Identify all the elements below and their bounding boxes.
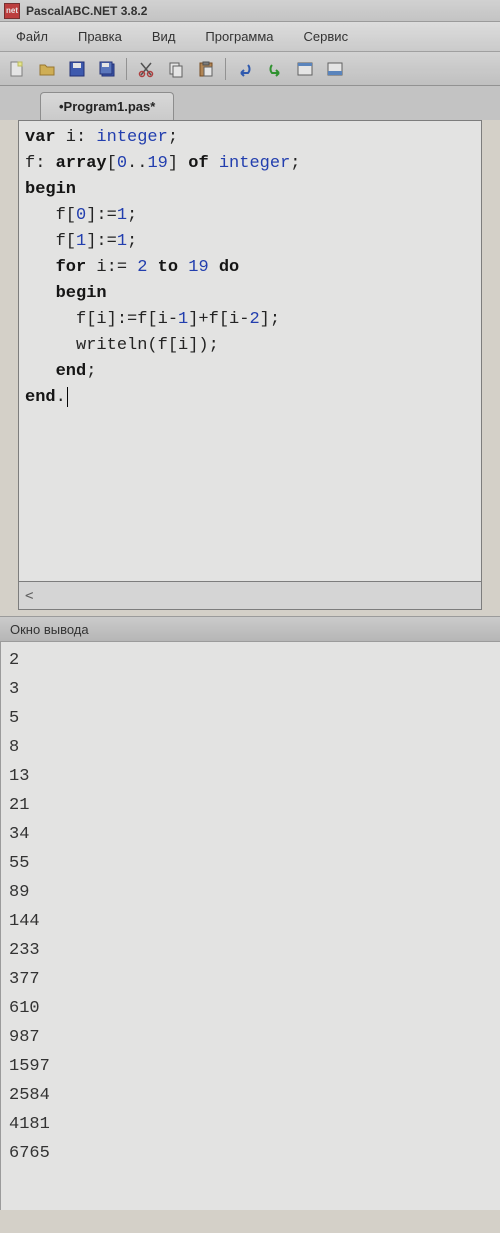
app-icon: net bbox=[4, 3, 20, 19]
new-file-icon bbox=[8, 60, 26, 78]
cut-button[interactable] bbox=[133, 56, 159, 82]
output-line: 8 bbox=[9, 733, 492, 762]
output-line: 233 bbox=[9, 936, 492, 965]
copy-button[interactable] bbox=[163, 56, 189, 82]
menu-service[interactable]: Сервис bbox=[294, 25, 359, 48]
code-line: f[0]:=1; bbox=[25, 203, 475, 229]
output-panel[interactable]: 2358132134558914423337761098715972584418… bbox=[0, 642, 500, 1210]
toolbar-separator bbox=[225, 58, 226, 80]
save-button[interactable] bbox=[64, 56, 90, 82]
output-line: 5 bbox=[9, 704, 492, 733]
tab-program1[interactable]: •Program1.pas* bbox=[40, 92, 174, 120]
output-line: 34 bbox=[9, 820, 492, 849]
panel2-icon bbox=[326, 60, 344, 78]
output-line: 3 bbox=[9, 675, 492, 704]
window-titlebar: net PascalABC.NET 3.8.2 bbox=[0, 0, 500, 22]
open-button[interactable] bbox=[34, 56, 60, 82]
code-editor[interactable]: var i: integer;f: array[0..19] of intege… bbox=[18, 120, 482, 582]
paste-button[interactable] bbox=[193, 56, 219, 82]
output-line: 13 bbox=[9, 762, 492, 791]
output-line: 2 bbox=[9, 646, 492, 675]
code-line: begin bbox=[25, 177, 475, 203]
output-line: 2584 bbox=[9, 1081, 492, 1110]
save-icon bbox=[68, 60, 86, 78]
menu-edit[interactable]: Правка bbox=[68, 25, 132, 48]
redo-icon bbox=[266, 60, 284, 78]
output-line: 144 bbox=[9, 907, 492, 936]
menu-bar: Файл Правка Вид Программа Сервис bbox=[0, 22, 500, 52]
code-line: f[i]:=f[i-1]+f[i-2]; bbox=[25, 307, 475, 333]
panel-button-1[interactable] bbox=[292, 56, 318, 82]
undo-icon bbox=[236, 60, 254, 78]
output-line: 1597 bbox=[9, 1052, 492, 1081]
output-title: Окно вывода bbox=[10, 622, 89, 637]
tab-bar: •Program1.pas* bbox=[0, 86, 500, 120]
text-cursor bbox=[67, 387, 68, 407]
code-line: for i:= 2 to 19 do bbox=[25, 255, 475, 281]
redo-button[interactable] bbox=[262, 56, 288, 82]
copy-icon bbox=[167, 60, 185, 78]
code-line: f: array[0..19] of integer; bbox=[25, 151, 475, 177]
output-line: 89 bbox=[9, 878, 492, 907]
output-line: 987 bbox=[9, 1023, 492, 1052]
output-line: 610 bbox=[9, 994, 492, 1023]
panel-button-2[interactable] bbox=[322, 56, 348, 82]
output-line: 6765 bbox=[9, 1139, 492, 1168]
undo-button[interactable] bbox=[232, 56, 258, 82]
output-panel-header: Окно вывода bbox=[0, 616, 500, 642]
toolbar-separator bbox=[126, 58, 127, 80]
panel-icon bbox=[296, 60, 314, 78]
code-line: writeln(f[i]); bbox=[25, 333, 475, 359]
toolbar bbox=[0, 52, 500, 86]
save-all-icon bbox=[98, 60, 116, 78]
menu-program[interactable]: Программа bbox=[195, 25, 283, 48]
output-line: 55 bbox=[9, 849, 492, 878]
menu-file[interactable]: Файл bbox=[6, 25, 58, 48]
code-line: f[1]:=1; bbox=[25, 229, 475, 255]
horizontal-scroll[interactable]: < bbox=[18, 582, 482, 610]
app-title: PascalABC.NET 3.8.2 bbox=[26, 4, 147, 18]
open-folder-icon bbox=[38, 60, 56, 78]
code-line: var i: integer; bbox=[25, 125, 475, 151]
output-line: 377 bbox=[9, 965, 492, 994]
code-line: end; bbox=[25, 359, 475, 385]
cut-icon bbox=[137, 60, 155, 78]
save-all-button[interactable] bbox=[94, 56, 120, 82]
paste-icon bbox=[197, 60, 215, 78]
scroll-left-arrow[interactable]: < bbox=[25, 588, 33, 604]
code-line: begin bbox=[25, 281, 475, 307]
output-line: 4181 bbox=[9, 1110, 492, 1139]
code-line: end. bbox=[25, 385, 475, 411]
menu-view[interactable]: Вид bbox=[142, 25, 186, 48]
new-file-button[interactable] bbox=[4, 56, 30, 82]
output-line: 21 bbox=[9, 791, 492, 820]
